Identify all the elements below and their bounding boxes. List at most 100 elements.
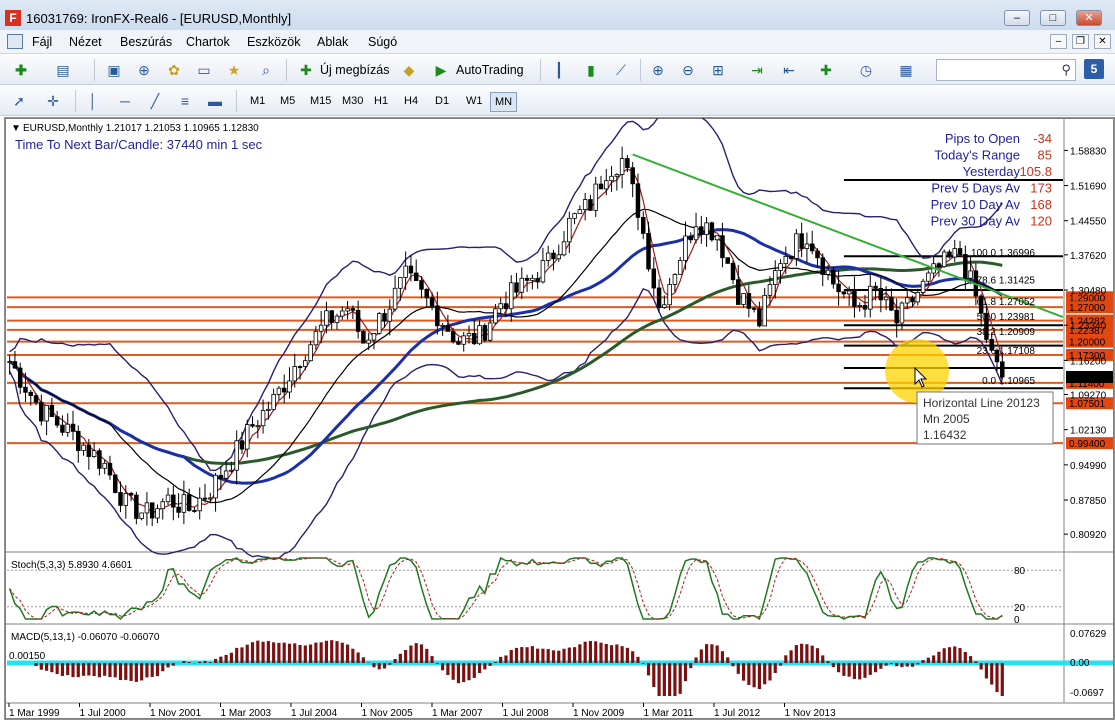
menu-tools[interactable]: Eszközök	[247, 35, 301, 49]
menu-charts[interactable]: Chartok	[186, 35, 230, 49]
candle	[551, 252, 556, 260]
chart-window-icon[interactable]	[7, 34, 23, 49]
minimize-button[interactable]: –	[1004, 10, 1030, 26]
candle	[387, 308, 393, 322]
navigator-icon[interactable]: ✿	[163, 59, 185, 81]
candle	[619, 158, 625, 175]
notifications-badge[interactable]: 5	[1084, 59, 1104, 79]
timeframe-m15[interactable]: M15	[306, 92, 335, 112]
timeframe-m1[interactable]: M1	[246, 92, 269, 112]
stoch-level-label: 0	[1014, 615, 1020, 626]
data-window-icon[interactable]: ⊕	[133, 59, 155, 81]
fibonacci-icon[interactable]: ≡	[174, 90, 196, 112]
candle	[519, 277, 525, 293]
cursor-icon[interactable]: ➚	[8, 90, 30, 112]
zoom-in-icon[interactable]: ⊕	[647, 59, 669, 81]
candle	[160, 501, 166, 510]
chart-shift-icon[interactable]: ⇤	[778, 59, 800, 81]
text-label-icon[interactable]: ▬	[204, 90, 226, 112]
bar-chart-icon[interactable]: ┃	[548, 59, 570, 81]
chart-restore-button[interactable]: ❐	[1072, 34, 1089, 49]
candle	[76, 430, 81, 451]
menu-file[interactable]: Fájl	[32, 35, 52, 49]
price-tick-label: 1.16200	[1070, 356, 1107, 367]
templates-icon[interactable]: ▦	[895, 59, 917, 81]
autotrading-icon[interactable]: ▶	[430, 59, 452, 81]
chart-close-button[interactable]: ✕	[1094, 34, 1111, 49]
chart-canvas[interactable]: 1.290001.270001.242821.223871.200001.173…	[5, 118, 1114, 719]
timeframe-h1[interactable]: H1	[370, 92, 392, 112]
periods-icon[interactable]: ◷	[855, 59, 877, 81]
timeframe-m30[interactable]: M30	[338, 92, 367, 112]
candle	[593, 183, 598, 211]
candle	[202, 497, 208, 500]
maximize-button[interactable]: □	[1040, 10, 1066, 26]
menu-view[interactable]: Nézet	[69, 35, 102, 49]
app-icon: F	[5, 10, 21, 26]
candlestick-chart-icon[interactable]: ▮	[580, 59, 602, 81]
candle	[625, 158, 630, 169]
candle	[239, 440, 245, 450]
candle	[693, 226, 699, 241]
candle	[767, 284, 773, 296]
chart-window[interactable]: 1.29000 1.27000 1.24282 1.22387 1.20000 1.173…	[4, 117, 1115, 720]
line-chart-icon[interactable]: ⟋	[610, 59, 632, 81]
candle	[540, 260, 546, 283]
chart-minimize-button[interactable]: –	[1050, 34, 1067, 49]
fib-level-label: 23.6 1.17108	[977, 346, 1036, 357]
candle	[303, 360, 308, 367]
tile-windows-icon[interactable]: ⊞	[707, 59, 729, 81]
candle	[102, 462, 107, 469]
indicators-icon[interactable]: ✚	[815, 59, 837, 81]
menu-help[interactable]: Súgó	[368, 35, 397, 49]
candle	[688, 235, 694, 241]
moving-average-mid-line	[8, 228, 1004, 485]
zoom-out-icon[interactable]: ⊖	[677, 59, 699, 81]
terminal-icon[interactable]: ▭	[193, 59, 215, 81]
close-button[interactable]: ✕	[1076, 10, 1102, 26]
search-icon: ⚲	[1061, 62, 1071, 77]
vertical-line-icon[interactable]: │	[82, 90, 104, 112]
candle	[883, 296, 889, 301]
price-tick-label: 1.37620	[1070, 251, 1107, 262]
candle	[12, 361, 18, 369]
info-value: 120	[1030, 214, 1052, 229]
macd-tick-label: 0.07629	[1070, 629, 1107, 640]
auto-scroll-icon[interactable]: ⇥	[746, 59, 768, 81]
menu-insert[interactable]: Beszúrás	[120, 35, 172, 49]
timeframe-m5[interactable]: M5	[276, 92, 299, 112]
candle	[667, 284, 672, 306]
horizontal-line-icon[interactable]: ─	[114, 90, 136, 112]
timeframe-w1[interactable]: W1	[462, 92, 487, 112]
trendline-icon[interactable]: ╱	[144, 90, 166, 112]
candle	[213, 474, 218, 499]
new-chart-icon[interactable]: ✚	[10, 59, 32, 81]
menu-window[interactable]: Ablak	[317, 35, 348, 49]
profiles-icon[interactable]: ▤	[52, 59, 74, 81]
candle	[155, 508, 160, 519]
toolbar-divider	[286, 59, 287, 81]
current-price-label: 1.12830	[1069, 373, 1106, 384]
timeframe-mn[interactable]: MN	[490, 92, 518, 112]
toolbar-divider	[540, 59, 541, 81]
strategy-tester-icon[interactable]: ⌕	[255, 59, 277, 81]
timeframe-h4[interactable]: H4	[400, 92, 422, 112]
new-order-icon[interactable]: ✚	[295, 59, 317, 81]
autotrading-button[interactable]: AutoTrading	[456, 63, 524, 77]
timeframe-d1[interactable]: D1	[431, 92, 453, 112]
metaeditor-icon[interactable]: ◆	[398, 59, 420, 81]
market-watch-icon[interactable]: ▣	[103, 59, 125, 81]
favorites-icon[interactable]: ★	[223, 59, 245, 81]
candle	[683, 235, 688, 261]
candle	[255, 425, 261, 428]
candle	[926, 272, 931, 282]
candle	[720, 235, 725, 259]
candle	[968, 270, 973, 279]
crosshair-icon[interactable]: ✛	[42, 90, 64, 112]
new-order-button[interactable]: Új megbízás	[320, 63, 389, 77]
candle	[662, 304, 667, 308]
candle	[783, 256, 789, 265]
tooltip-line: Mn 2005	[923, 412, 970, 426]
fib-level-label: 100.0 1.36996	[971, 248, 1035, 259]
search-input[interactable]: ⚲	[936, 59, 1076, 81]
